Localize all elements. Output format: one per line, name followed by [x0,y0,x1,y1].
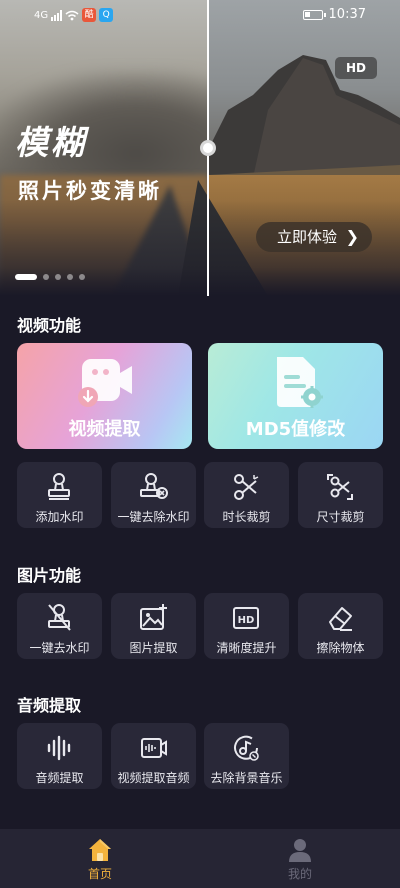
tool-label: 时长裁剪 [222,510,271,524]
tool-label: 图片提取 [129,641,178,655]
tool-label: 清晰度提升 [216,641,277,655]
carousel-dot[interactable] [43,274,49,280]
home-icon [89,839,111,861]
video-extract-card[interactable]: 视频提取 [17,343,192,449]
network-label: 4G [34,9,49,21]
nav-home-label: 首页 [87,867,112,881]
nav-mine-label: 我的 [287,867,312,881]
hero-subtitle: 照片秒变清晰 [18,179,162,203]
tool-remove-watermark[interactable]: 一键去除水印 [111,462,196,528]
stamp-remove-icon [140,473,168,499]
carousel-dot[interactable] [15,274,37,280]
battery-icon [302,9,326,20]
tool-size-crop[interactable]: 尺寸裁剪 [298,462,383,528]
carousel-indicator[interactable] [15,274,85,280]
signal-icon [51,9,63,21]
eraser-icon [329,607,352,631]
tool-audio-extract[interactable]: 音频提取 [17,723,102,789]
hd-icon: HD [233,607,259,629]
md5-edit-label: MD5值修改 [245,419,346,440]
carousel-dot[interactable] [67,274,73,280]
hero-banner[interactable]: 4G 酷 Q 10:37 模糊 照片秒变清晰 HD 立即体验 ❯ [0,0,400,296]
tool-label: 添加水印 [35,510,84,524]
tool-image-extract[interactable]: 图片提取 [111,593,196,659]
section-title-image: 图片功能 [17,566,82,585]
nav-mine[interactable]: 我的 [250,829,350,888]
tool-video-audio-extract[interactable]: 视频提取音频 [111,723,196,789]
nav-home[interactable]: 首页 [50,829,150,888]
tool-clarity-boost[interactable]: HD 清晰度提升 [204,593,289,659]
chevron-right-icon: ❯ [345,227,359,246]
stamp-icon [48,473,70,500]
section-title-video: 视频功能 [17,316,82,335]
image-add-icon [140,604,167,630]
tool-label: 尺寸裁剪 [316,510,365,524]
tool-one-click-remove-watermark[interactable]: 一键去水印 [17,593,102,659]
hero-title: 模糊 [15,123,87,162]
compare-handle[interactable] [200,140,216,156]
clock: 10:37 [328,7,366,22]
try-now-label: 立即体验 [277,228,338,246]
video-extract-icon [78,359,132,407]
search-app-icon: Q [99,8,114,22]
section-title-audio: 音频提取 [17,696,82,715]
waveform-icon [47,735,71,761]
carousel-dot[interactable] [55,274,61,280]
try-now-button[interactable]: 立即体验 ❯ [256,222,372,252]
tool-add-watermark[interactable]: 添加水印 [17,462,102,528]
md5-edit-icon [277,357,323,408]
tool-label: 一键去水印 [29,641,90,655]
tool-label: 一键去除水印 [117,510,190,524]
tool-erase-object[interactable]: 擦除物体 [298,593,383,659]
md5-edit-card[interactable]: MD5值修改 [208,343,383,449]
tool-label: 擦除物体 [316,641,365,655]
app-notification-icon: 酷 [82,8,97,22]
video-extract-label: 视频提取 [68,419,141,440]
tool-label: 音频提取 [35,771,84,785]
tool-duration-trim[interactable]: 时长裁剪 [204,462,289,528]
tool-label: 视频提取音频 [117,771,190,785]
carousel-dot[interactable] [79,274,85,280]
person-icon [289,839,311,862]
wifi-icon [65,10,79,20]
scissors-icon [234,474,259,500]
svg-text:HD: HD [238,615,255,626]
status-bar: 4G 酷 Q 10:37 [0,0,400,30]
hd-badge: HD [335,57,377,79]
video-audio-icon [141,738,167,758]
tool-remove-bgm[interactable]: 去除背景音乐 [204,723,289,789]
music-remove-icon [234,735,259,761]
crop-scissors-icon [327,474,353,500]
bottom-navigation: 首页 我的 [0,829,400,888]
stamp-off-icon [48,604,71,631]
tool-label: 去除背景音乐 [210,771,283,785]
